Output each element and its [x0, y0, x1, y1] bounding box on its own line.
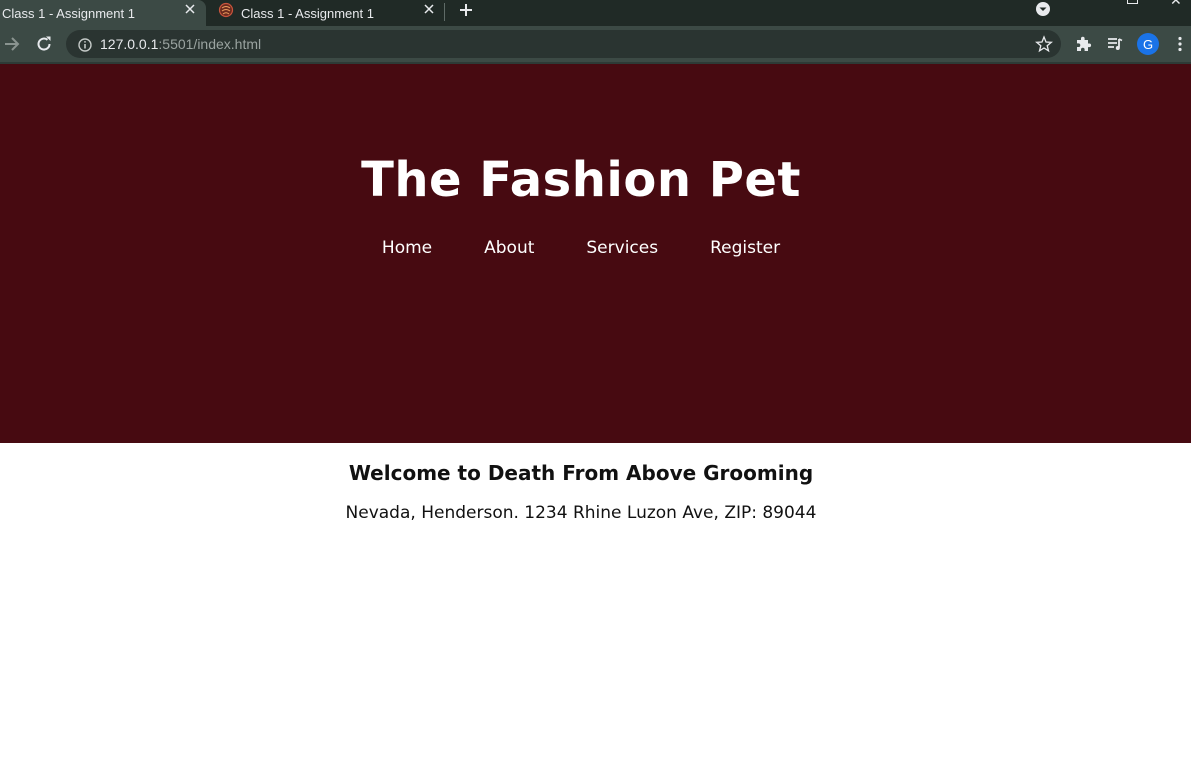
close-icon[interactable]	[183, 2, 197, 16]
browser-tab-active[interactable]: Class 1 - Assignment 1	[0, 0, 206, 26]
site-title: The Fashion Pet	[361, 152, 801, 208]
profile-avatar[interactable]: G	[1137, 33, 1159, 55]
puzzle-icon	[1077, 36, 1092, 51]
url-text: 127.0.0.1:5501/index.html	[100, 36, 261, 52]
browser-toolbar: 127.0.0.1:5501/index.html	[0, 26, 1191, 62]
back-button[interactable]	[2, 34, 22, 54]
url-path: :5501/index.html	[158, 36, 262, 52]
tab-search-icon	[1036, 2, 1050, 16]
plus-icon	[460, 4, 472, 16]
browser-menu-button[interactable]	[1170, 34, 1190, 54]
nav-link-about[interactable]: About	[484, 238, 534, 258]
address-text: Nevada, Henderson. 1234 Rhine Luzon Ave,…	[345, 503, 817, 523]
address-bar[interactable]: 127.0.0.1:5501/index.html	[66, 30, 1061, 58]
tab-search-button[interactable]	[1034, 1, 1052, 19]
main-nav: Home About Services Register	[0, 238, 1162, 258]
kebab-menu-icon	[1178, 36, 1182, 52]
nav-link-register[interactable]: Register	[710, 238, 780, 258]
nav-link-home[interactable]: Home	[382, 238, 432, 258]
window-restore-button[interactable]	[1127, 0, 1138, 4]
window-close-button[interactable]: ✕	[1170, 0, 1182, 8]
reload-icon	[37, 36, 51, 51]
media-control-button[interactable]	[1105, 34, 1125, 54]
nav-link-services[interactable]: Services	[586, 238, 658, 258]
tab-title: Class 1 - Assignment 1	[2, 5, 135, 21]
browser-tab[interactable]: Class 1 - Assignment 1	[206, 0, 444, 26]
extensions-button[interactable]	[1073, 34, 1093, 54]
welcome-heading: Welcome to Death From Above Grooming	[348, 461, 814, 485]
media-queue-icon	[1108, 38, 1123, 50]
tab-divider	[444, 3, 445, 21]
favicon-icon	[218, 2, 234, 18]
back-arrow-icon	[5, 37, 20, 51]
browser-tab-strip: Class 1 - Assignment 1 Class 1 - Assignm…	[0, 0, 1191, 26]
reload-button[interactable]	[34, 34, 54, 54]
close-icon[interactable]	[422, 2, 436, 16]
star-icon[interactable]	[1035, 35, 1053, 53]
tab-title: Class 1 - Assignment 1	[241, 5, 374, 21]
info-icon[interactable]	[78, 37, 92, 52]
url-host: 127.0.0.1	[100, 36, 159, 52]
new-tab-button[interactable]	[456, 0, 476, 20]
